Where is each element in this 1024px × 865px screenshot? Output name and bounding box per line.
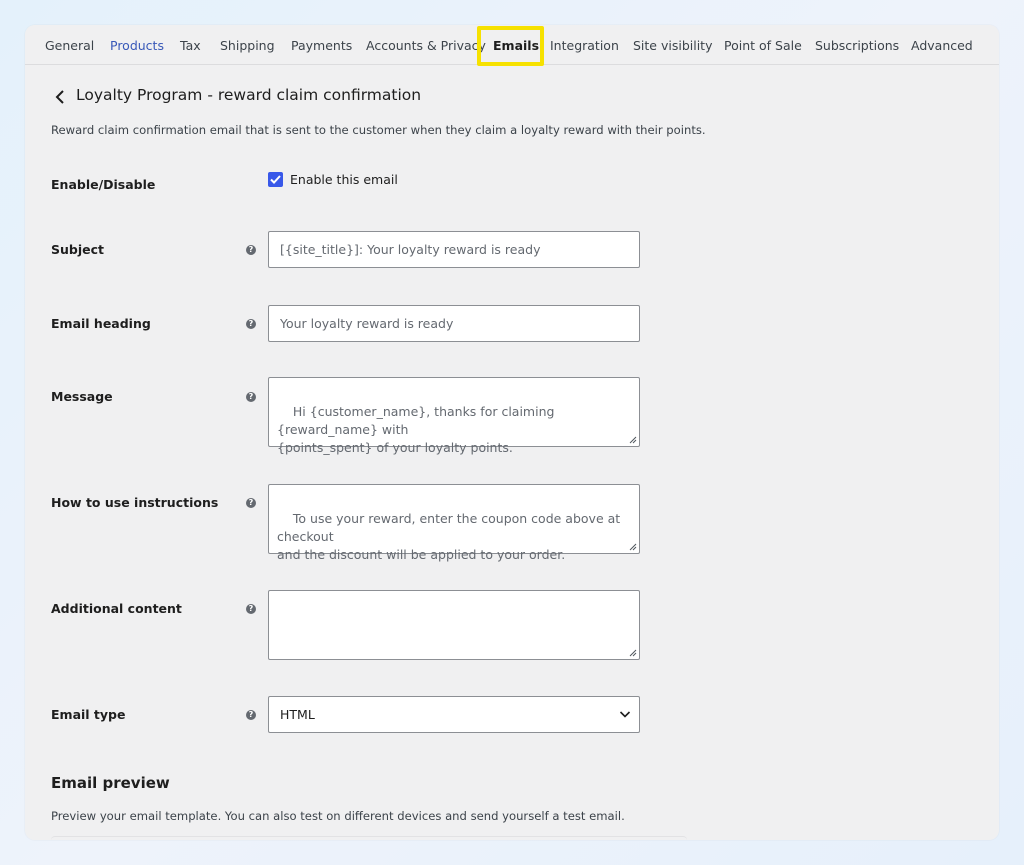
resize-handle-icon[interactable] bbox=[629, 436, 637, 444]
tab-advanced[interactable]: Advanced bbox=[911, 25, 973, 65]
help-icon[interactable]: ? bbox=[246, 498, 256, 508]
chevron-left-icon bbox=[55, 90, 64, 104]
enable-email-label[interactable]: Enable this email bbox=[290, 172, 398, 187]
tab-emails[interactable]: Emails bbox=[493, 25, 539, 65]
settings-tabs: General Products Tax Shipping Payments A… bbox=[25, 25, 999, 66]
enable-disable-label: Enable/Disable bbox=[51, 177, 156, 192]
tab-general[interactable]: General bbox=[45, 25, 94, 65]
tab-subscriptions[interactable]: Subscriptions bbox=[815, 25, 899, 65]
email-type-value: HTML bbox=[280, 707, 315, 722]
checkmark-icon bbox=[270, 175, 281, 184]
subject-input[interactable]: [{site_title}]: Your loyalty reward is r… bbox=[268, 231, 640, 268]
instructions-textarea[interactable]: To use your reward, enter the coupon cod… bbox=[268, 484, 640, 562]
enable-email-checkbox[interactable] bbox=[268, 172, 283, 187]
tab-shipping[interactable]: Shipping bbox=[220, 25, 275, 65]
tab-tax[interactable]: Tax bbox=[180, 25, 201, 65]
email-type-label: Email type bbox=[51, 707, 126, 722]
tab-accounts-privacy[interactable]: Accounts & Privacy bbox=[366, 25, 486, 65]
email-heading-input[interactable]: Your loyalty reward is ready bbox=[268, 305, 640, 342]
chevron-down-icon bbox=[619, 711, 631, 718]
resize-handle-icon[interactable] bbox=[629, 649, 637, 657]
email-preview-frame bbox=[51, 836, 687, 840]
message-label: Message bbox=[51, 389, 113, 404]
subject-label: Subject bbox=[51, 242, 104, 257]
message-textarea[interactable]: Hi {customer_name}, thanks for claiming … bbox=[268, 377, 640, 455]
email-preview-heading: Email preview bbox=[51, 774, 170, 792]
help-icon[interactable]: ? bbox=[246, 245, 256, 255]
email-type-select[interactable]: HTML bbox=[268, 696, 640, 733]
help-icon[interactable]: ? bbox=[246, 319, 256, 329]
tab-point-of-sale[interactable]: Point of Sale bbox=[724, 25, 802, 65]
additional-content-textarea[interactable] bbox=[268, 590, 640, 660]
page-description: Reward claim confirmation email that is … bbox=[51, 123, 706, 137]
tab-site-visibility[interactable]: Site visibility bbox=[633, 25, 712, 65]
tab-integration[interactable]: Integration bbox=[550, 25, 619, 65]
help-icon[interactable]: ? bbox=[246, 392, 256, 402]
email-heading-label: Email heading bbox=[51, 316, 151, 331]
email-preview-description: Preview your email template. You can als… bbox=[51, 809, 625, 823]
settings-panel: General Products Tax Shipping Payments A… bbox=[25, 25, 999, 840]
help-icon[interactable]: ? bbox=[246, 604, 256, 614]
instructions-placeholder: To use your reward, enter the coupon cod… bbox=[277, 511, 621, 562]
tab-payments[interactable]: Payments bbox=[291, 25, 352, 65]
resize-handle-icon[interactable] bbox=[629, 543, 637, 551]
back-button[interactable] bbox=[52, 87, 68, 107]
page-title: Loyalty Program - reward claim confirmat… bbox=[76, 86, 422, 104]
additional-content-label: Additional content bbox=[51, 601, 182, 616]
instructions-label: How to use instructions bbox=[51, 495, 219, 510]
help-icon[interactable]: ? bbox=[246, 710, 256, 720]
message-placeholder: Hi {customer_name}, thanks for claiming … bbox=[277, 404, 555, 455]
tab-products[interactable]: Products bbox=[110, 25, 164, 65]
